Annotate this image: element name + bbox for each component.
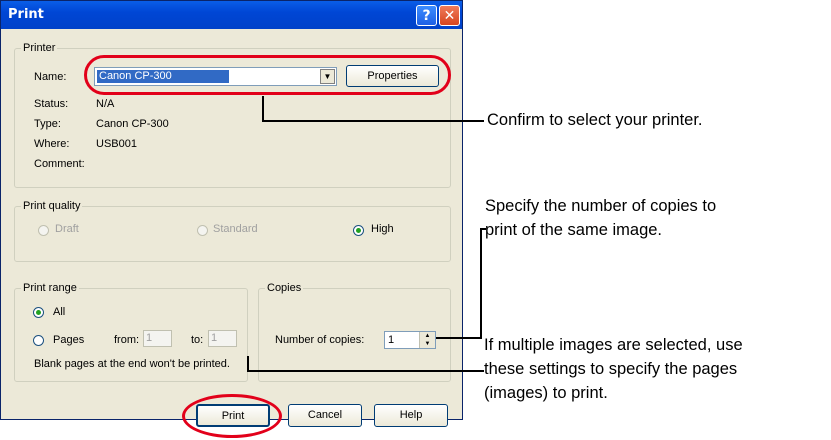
copies-value: 1 (388, 334, 395, 346)
printer-callout-text: Confirm to select your printer. (487, 111, 703, 129)
print-button-highlight (182, 394, 282, 438)
to-label: to: (191, 334, 204, 346)
print-quality-legend: Print quality (23, 200, 81, 212)
range-callout-line-3: (images) to print. (484, 384, 608, 402)
all-label: All (53, 306, 66, 318)
from-input[interactable]: 1 (143, 330, 172, 347)
to-input[interactable]: 1 (208, 330, 237, 347)
where-label: Where: (34, 138, 70, 150)
range-callout: If multiple images are selected, use the… (484, 333, 743, 405)
where-value: USB001 (96, 138, 137, 150)
draft-radio[interactable] (38, 225, 49, 236)
copies-stepper[interactable]: 1 ▲ ▼ (384, 331, 436, 349)
stepper-buttons[interactable]: ▲ ▼ (419, 332, 435, 348)
type-value: Canon CP-300 (96, 118, 169, 130)
standard-radio[interactable] (197, 225, 208, 236)
standard-label: Standard (213, 223, 258, 235)
draft-label: Draft (55, 223, 79, 235)
blank-pages-note: Blank pages at the end won't be printed. (34, 358, 230, 370)
copies-callout-line (436, 337, 482, 339)
close-icon[interactable]: ✕ (439, 5, 460, 26)
title-bar[interactable]: Print ? ✕ (1, 1, 462, 29)
printer-callout-leader (262, 96, 264, 121)
dialog-title: Print (8, 7, 44, 22)
help-icon[interactable]: ? (416, 5, 437, 26)
help-button[interactable]: Help (374, 404, 448, 427)
from-label: from: (114, 334, 140, 346)
printer-group-legend: Printer (23, 42, 56, 54)
high-radio[interactable] (353, 225, 364, 236)
type-label: Type: (34, 118, 61, 130)
arrow-up-icon[interactable]: ▲ (420, 332, 435, 340)
pages-label: Pages (53, 334, 85, 346)
all-radio[interactable] (33, 307, 44, 318)
copies-callout-line-2: print of the same image. (485, 221, 663, 239)
pages-radio[interactable] (33, 335, 44, 346)
printer-callout-line (262, 120, 484, 122)
print-range-legend: Print range (23, 282, 77, 294)
status-label: Status: (34, 98, 69, 110)
printer-highlight (84, 55, 451, 95)
cancel-button[interactable]: Cancel (288, 404, 362, 427)
range-callout-line-1: If multiple images are selected, use (484, 336, 743, 354)
arrow-down-icon[interactable]: ▼ (420, 340, 435, 348)
high-label: High (371, 223, 394, 235)
copies-legend: Copies (267, 282, 302, 294)
copies-callout-vertical (480, 228, 482, 338)
comment-label: Comment: (34, 158, 85, 170)
range-callout-line-2: these settings to specify the pages (484, 360, 738, 378)
printer-callout: Confirm to select your printer. (487, 108, 703, 132)
name-label: Name: (34, 71, 67, 83)
copies-label: Number of copies: (275, 334, 365, 346)
copies-callout: Specify the number of copies to print of… (485, 194, 716, 242)
copies-callout-line-1: Specify the number of copies to (485, 197, 717, 215)
range-callout-line (247, 370, 484, 372)
range-callout-leader (247, 356, 249, 371)
status-value: N/A (96, 98, 115, 110)
